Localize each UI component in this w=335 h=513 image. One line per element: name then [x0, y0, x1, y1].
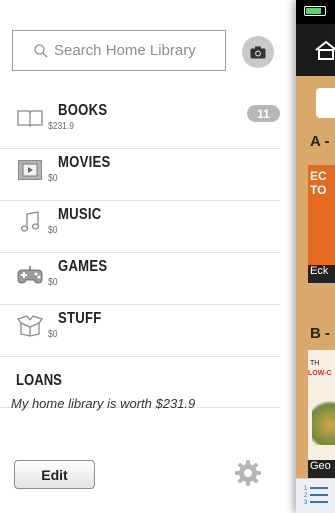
camera-button[interactable] — [242, 36, 274, 68]
category-name: GAMES — [58, 258, 108, 275]
section-header: A - — [310, 133, 330, 150]
svg-text:3: 3 — [304, 500, 308, 506]
category-games[interactable]: GAMES $0 — [0, 253, 280, 305]
category-value: $231.9 — [48, 121, 75, 132]
count-badge: 11 — [247, 105, 280, 122]
category-stuff[interactable]: STUFF $0 — [0, 305, 280, 357]
book-caption: Geo — [308, 460, 335, 478]
book-cover-subtitle: LOW-C — [308, 370, 332, 377]
category-value: $0 — [48, 173, 58, 184]
edit-button[interactable]: Edit — [14, 460, 95, 489]
box-icon — [16, 315, 44, 337]
nav-bar — [296, 24, 335, 76]
bottom-toolbar: 1 2 3 — [296, 478, 335, 513]
book-cover-text: EC TO — [310, 169, 327, 197]
gear-icon[interactable] — [233, 458, 263, 488]
category-movies[interactable]: MOVIES $0 — [0, 149, 280, 201]
music-note-icon — [16, 211, 44, 233]
side-menu: BOOKS $231.9 11 MOVIES $0 MUSIC $0 — [0, 0, 296, 513]
search-row — [12, 30, 296, 72]
category-name: STUFF — [58, 310, 102, 327]
category-value: $0 — [48, 329, 58, 340]
book-caption: Eck — [308, 265, 335, 283]
book-cover[interactable]: TH LOW-C — [308, 350, 335, 460]
search-icon — [34, 43, 48, 57]
svg-text:2: 2 — [304, 493, 308, 499]
category-name: BOOKS — [58, 102, 108, 119]
library-shelf-panel[interactable]: A - EC TO Eck B - TH LOW-C Geo 1 2 3 — [296, 0, 335, 513]
search-field[interactable] — [12, 30, 226, 71]
loans-label: LOANS — [16, 372, 62, 389]
category-name: MOVIES — [58, 154, 111, 171]
movie-icon — [16, 159, 44, 181]
book-icon — [16, 107, 44, 129]
book-cover[interactable]: EC TO — [308, 165, 335, 265]
numbered-list-icon[interactable]: 1 2 3 — [304, 484, 328, 506]
book-cover-image — [312, 395, 335, 445]
camera-icon — [250, 46, 266, 58]
gamepad-icon — [16, 263, 44, 285]
book-cover-title: TH — [310, 360, 320, 367]
svg-text:1: 1 — [304, 486, 308, 492]
library-worth-text: My home library is worth $231.9 — [11, 396, 196, 411]
status-bar — [296, 0, 335, 24]
category-name: MUSIC — [58, 206, 102, 223]
section-header: B - — [310, 325, 330, 342]
home-icon[interactable] — [314, 40, 335, 60]
battery-icon — [304, 6, 326, 16]
category-books[interactable]: BOOKS $231.9 11 — [0, 97, 280, 149]
category-music[interactable]: MUSIC $0 — [0, 201, 280, 253]
category-value: $0 — [48, 225, 58, 236]
shelf-search-field[interactable] — [316, 88, 335, 118]
category-value: $0 — [48, 277, 58, 288]
search-input[interactable] — [54, 42, 204, 59]
